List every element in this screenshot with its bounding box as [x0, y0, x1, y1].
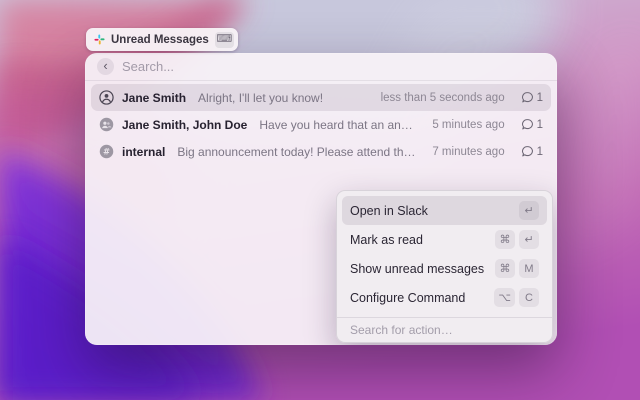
raycast-window: ‹ Search... Jane Smith Alright, I'll let…: [85, 53, 557, 345]
speech-bubble-icon: [521, 118, 534, 131]
message-time: less than 5 seconds ago: [381, 92, 505, 104]
search-input[interactable]: Search...: [122, 59, 174, 74]
action-label: Mark as read: [350, 233, 491, 247]
message-row-internal[interactable]: # internal Big announcement today! Pleas…: [91, 138, 551, 165]
person-circle-icon: [99, 90, 114, 105]
unread-count-badge: 1: [521, 118, 543, 131]
command-key-icon: ⌘: [495, 259, 515, 278]
action-label: Show unread messages: [350, 262, 491, 276]
speech-bubble-icon: [521, 145, 534, 158]
search-bar: ‹ Search...: [85, 53, 557, 81]
message-row-jane-smith[interactable]: Jane Smith Alright, I'll let you know! l…: [91, 84, 551, 111]
deeplink-pill[interactable]: Unread Messages ⌨: [86, 28, 238, 51]
keyboard-icon: ⌨: [215, 32, 234, 48]
message-title: Jane Smith, John Doe: [122, 118, 247, 132]
action-configure-command[interactable]: Configure Command ⌥ C: [342, 283, 547, 312]
message-preview: Alright, I'll let you know!: [198, 91, 365, 105]
action-open-in-slack[interactable]: Open in Slack ↵: [342, 196, 547, 225]
deeplink-label: Unread Messages: [111, 34, 209, 46]
action-label: Open in Slack: [350, 204, 515, 218]
option-key-icon: ⌥: [494, 288, 515, 307]
channel-hash-icon: #: [99, 144, 114, 159]
slack-icon: [94, 34, 105, 45]
back-button[interactable]: ‹: [97, 58, 114, 75]
group-circle-icon: [99, 117, 114, 132]
message-time: 7 minutes ago: [432, 146, 504, 158]
action-label: Configure Command: [350, 291, 490, 305]
action-show-unread-messages[interactable]: Show unread messages ⌘ M: [342, 254, 547, 283]
return-key-icon: ↵: [519, 201, 539, 220]
message-time: 5 minutes ago: [432, 119, 504, 131]
m-key: M: [519, 259, 539, 278]
unread-count-badge: 1: [521, 91, 543, 104]
message-preview: Have you heard that an announcement is c…: [259, 118, 416, 132]
unread-count: 1: [537, 146, 543, 158]
chevron-left-icon: ‹: [103, 59, 107, 72]
message-title: internal: [122, 145, 165, 159]
svg-text:#: #: [103, 147, 110, 157]
command-key-icon: ⌘: [495, 230, 515, 249]
action-search-input[interactable]: Search for action…: [337, 317, 552, 342]
speech-bubble-icon: [521, 91, 534, 104]
c-key: C: [519, 288, 539, 307]
message-title: Jane Smith: [122, 91, 186, 105]
action-mark-as-read[interactable]: Mark as read ⌘ ↵: [342, 225, 547, 254]
message-row-jane-smith-john-doe[interactable]: Jane Smith, John Doe Have you heard that…: [91, 111, 551, 138]
action-menu: Open in Slack ↵ Mark as read ⌘ ↵ Show un…: [336, 190, 553, 343]
message-preview: Big announcement today! Please attend th…: [177, 145, 416, 159]
unread-count: 1: [537, 119, 543, 131]
unread-count-badge: 1: [521, 145, 543, 158]
return-key-icon: ↵: [519, 230, 539, 249]
message-list: Jane Smith Alright, I'll let you know! l…: [85, 81, 557, 168]
unread-count: 1: [537, 92, 543, 104]
action-menu-items: Open in Slack ↵ Mark as read ⌘ ↵ Show un…: [337, 191, 552, 317]
